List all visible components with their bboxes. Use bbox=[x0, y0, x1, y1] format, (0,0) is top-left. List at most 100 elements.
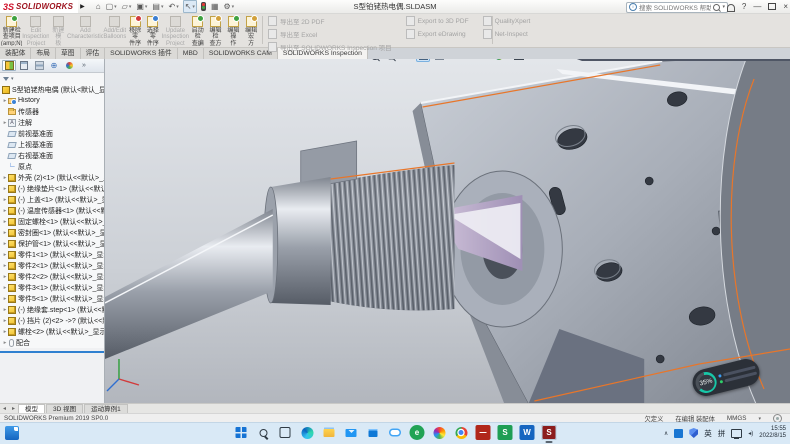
file-explorer-icon[interactable] bbox=[322, 425, 337, 440]
speaker-icon[interactable]: ◂) bbox=[748, 430, 753, 437]
filter-funnel-icon[interactable] bbox=[3, 77, 9, 81]
export-menu-item[interactable]: QualityXpert bbox=[483, 16, 531, 26]
panel-splitter[interactable] bbox=[0, 351, 104, 353]
tree-item[interactable]: 固定螺栓<1> (默认<<默认>_显示 bbox=[0, 216, 104, 227]
panel-flyout-chevron[interactable] bbox=[77, 60, 91, 71]
tree-item[interactable]: 配合 bbox=[0, 337, 104, 348]
export-menu-item[interactable]: 导出至 SOLIDWORKS Inspection 项目 bbox=[268, 42, 392, 52]
open-icon[interactable]: ▱ bbox=[121, 1, 133, 12]
cast-monitor-icon[interactable] bbox=[731, 429, 742, 438]
remove-balloons-button[interactable]: 移除零 件序号 bbox=[126, 14, 144, 46]
tree-item[interactable]: 零件3<1> (默认<<默认>_显示状 bbox=[0, 282, 104, 293]
tree-item[interactable]: 原点 bbox=[0, 161, 104, 172]
dimxpertmanager-tab[interactable] bbox=[47, 60, 61, 71]
command-tab[interactable]: SOLIDWORKS 插件 bbox=[105, 48, 178, 59]
tree-item[interactable]: 零件2<2> (默认<<默认>_显示状 bbox=[0, 271, 104, 282]
export-menu-item[interactable]: Export eDrawing bbox=[406, 29, 469, 39]
tree-item[interactable]: 外壳 (2)<1> (默认<<默认>_显示状 bbox=[0, 172, 104, 183]
new-template-button[interactable]: 新建模 板 bbox=[49, 14, 67, 46]
chrome-icon[interactable] bbox=[454, 425, 469, 440]
edge-icon[interactable] bbox=[300, 425, 315, 440]
search-caret-icon[interactable]: ▾ bbox=[722, 4, 725, 10]
command-tab[interactable]: 装配体 bbox=[0, 48, 31, 59]
tree-item[interactable]: 传感器 bbox=[0, 106, 104, 117]
ime-mode-indicator[interactable]: 拼 bbox=[718, 428, 726, 439]
app-green-s-icon[interactable]: S bbox=[498, 425, 513, 440]
configurationmanager-tab[interactable] bbox=[32, 60, 46, 71]
tree-item[interactable]: 零件2<1> (默认<<默认>_显示状 bbox=[0, 260, 104, 271]
edit-inspection-project-button[interactable]: Edit Inspection Project bbox=[22, 14, 49, 46]
tree-item[interactable]: (-) 温度传感器<1> (默认<<默认>_ bbox=[0, 205, 104, 216]
tree-item[interactable]: History bbox=[0, 95, 104, 106]
restore-button[interactable] bbox=[768, 3, 776, 10]
tree-item[interactable]: (-) 上盖<1> (默认<<默认>_显示状 bbox=[0, 194, 104, 205]
menu-expand-arrow-icon[interactable]: ▶ bbox=[80, 3, 85, 10]
store-icon[interactable] bbox=[366, 425, 381, 440]
taskbar-clock[interactable]: 15:55 2022/8/15 bbox=[759, 426, 786, 440]
status-units[interactable]: MMGS bbox=[727, 415, 747, 422]
tree-item[interactable]: (-) 绝缘垫片<1> (默认<<默认>_显 bbox=[0, 183, 104, 194]
search-box[interactable]: i 搜索 SOLIDWORKS 帮助 ▾ bbox=[626, 2, 728, 13]
options-gear-icon[interactable]: ⚙ bbox=[223, 1, 236, 12]
edit-operation-button[interactable]: 编辑操 作 bbox=[224, 14, 242, 46]
update-inspection-project-button[interactable]: Update Inspection Project bbox=[162, 14, 189, 46]
rebuild-traffic-light-icon[interactable] bbox=[200, 1, 207, 12]
pinned-blue-doc-icon[interactable] bbox=[5, 426, 19, 440]
launch-inspection-editor-button[interactable]: 启动检 查编辑 器 bbox=[189, 14, 207, 46]
tree-item[interactable]: (-) 挡片 (2)<2> ->? (默认<<默认 bbox=[0, 315, 104, 326]
command-tab[interactable]: MBD bbox=[178, 48, 204, 59]
export-menu-item[interactable]: 导出至 Excel bbox=[268, 29, 392, 39]
units-caret-icon[interactable]: ▾ bbox=[758, 416, 761, 422]
export-menu-item[interactable]: 导出至 2D PDF bbox=[268, 16, 392, 26]
new-document-icon[interactable]: ▢ bbox=[105, 1, 118, 12]
tree-item[interactable]: 螺栓<2> (默认<<默认>_显示状态 bbox=[0, 326, 104, 337]
tree-item[interactable]: 注解 bbox=[0, 117, 104, 128]
print-icon[interactable]: ▤ bbox=[151, 1, 164, 12]
command-tab[interactable]: 草图 bbox=[56, 48, 81, 59]
taskbar-search-icon[interactable] bbox=[256, 425, 271, 440]
command-tab[interactable]: SOLIDWORKS CAM bbox=[204, 48, 278, 59]
tree-item[interactable]: 零件1<1> (默认<<默认>_显示状态 bbox=[0, 249, 104, 260]
color-wheel-app-icon[interactable] bbox=[432, 425, 447, 440]
close-button[interactable]: × bbox=[783, 0, 788, 13]
filter-caret-icon[interactable]: ▾ bbox=[11, 76, 14, 82]
export-menu-item[interactable]: Export to 3D PDF bbox=[406, 16, 469, 26]
display-settings-icon[interactable]: ▦ bbox=[210, 1, 220, 12]
select-balloons-button[interactable]: 选择零 件序号 bbox=[144, 14, 162, 46]
command-tab[interactable]: 评估 bbox=[81, 48, 106, 59]
propertymanager-tab[interactable] bbox=[17, 60, 31, 71]
tray-shield-icon[interactable] bbox=[689, 428, 698, 438]
word-app-icon[interactable]: W bbox=[520, 425, 535, 440]
featuremanager-tab[interactable] bbox=[2, 60, 16, 71]
app-red-icon[interactable] bbox=[476, 425, 491, 440]
onedrive-icon[interactable] bbox=[388, 425, 403, 440]
mail-icon[interactable] bbox=[344, 425, 359, 440]
export-menu-item[interactable]: Net-Inspect bbox=[483, 29, 531, 39]
edit-macro-button[interactable]: 编辑宏 方 bbox=[242, 14, 260, 46]
ime-language-indicator[interactable]: 英 bbox=[704, 428, 712, 439]
new-inspection-project-button[interactable]: 新建检 查项目 (amp;N) bbox=[1, 14, 22, 46]
app-green-e-icon[interactable]: e bbox=[410, 425, 425, 440]
tree-item[interactable]: S型铂铑热电偶 (默认<默认_显示状态-1>) bbox=[0, 84, 104, 95]
user-account-icon[interactable] bbox=[727, 4, 735, 12]
task-view-icon[interactable] bbox=[278, 425, 293, 440]
minimize-button[interactable]: — bbox=[753, 0, 761, 13]
home-icon[interactable]: ⌂ bbox=[95, 1, 102, 12]
start-button[interactable] bbox=[234, 425, 249, 440]
tray-chevron-icon[interactable]: ∧ bbox=[664, 430, 668, 437]
3d-model-view[interactable] bbox=[105, 59, 790, 404]
help-button[interactable]: ? bbox=[742, 0, 746, 13]
tree-item[interactable]: 右视基准面 bbox=[0, 150, 104, 161]
tray-app-icon[interactable] bbox=[674, 429, 683, 438]
undo-icon[interactable]: ↶ bbox=[168, 1, 180, 12]
tree-item[interactable]: (-) 绝缘套.step<1> (默认<<默认> bbox=[0, 304, 104, 315]
add-characteristic-button[interactable]: Add Characteristic bbox=[67, 14, 103, 46]
expand-arrow-icon[interactable] bbox=[2, 340, 8, 346]
tree-item[interactable]: 密封圈<1> (默认<<默认>_显示状 bbox=[0, 227, 104, 238]
solidworks-taskbar-icon[interactable]: S bbox=[542, 425, 557, 440]
displaymanager-tab[interactable] bbox=[62, 60, 76, 71]
command-tab[interactable]: 布局 bbox=[31, 48, 56, 59]
select-cursor-icon[interactable]: ↖ bbox=[183, 0, 197, 13]
search-icon[interactable] bbox=[713, 4, 720, 11]
tree-item[interactable]: 上视基准面 bbox=[0, 139, 104, 150]
